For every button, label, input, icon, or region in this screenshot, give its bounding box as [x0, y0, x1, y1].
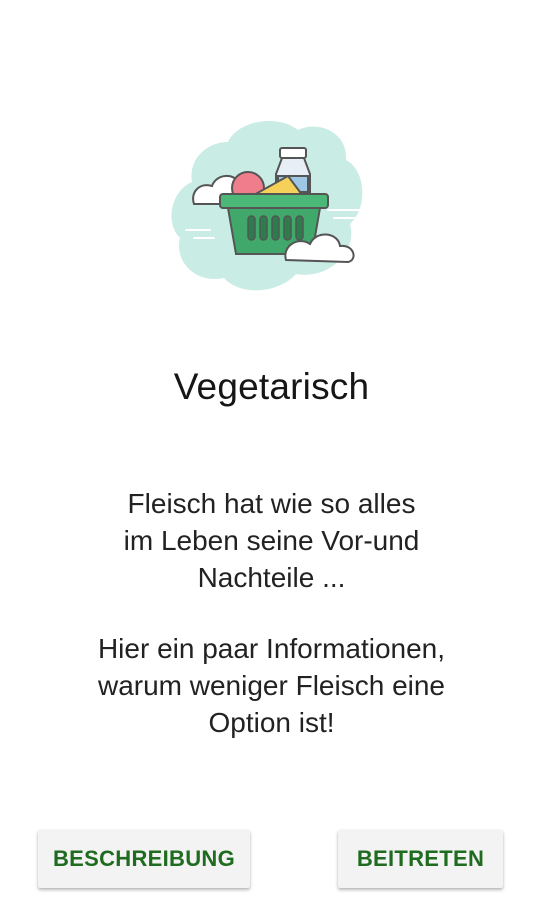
- description-line: Nachteile ...: [197, 562, 346, 593]
- grocery-basket-icon: [168, 112, 374, 296]
- join-button[interactable]: BEITRETEN: [338, 830, 503, 888]
- info-line: warum weniger Fleisch eine: [97, 670, 446, 701]
- description-text: Fleisch hat wie so alles im Leben seine …: [40, 485, 503, 596]
- info-line: Hier ein paar Informationen,: [97, 633, 446, 664]
- page-title: Vegetarisch: [173, 366, 370, 407]
- screen: Vegetarisch Fleisch hat wie so alles im …: [0, 0, 543, 908]
- description-line: im Leben seine Vor-und: [123, 525, 420, 556]
- description-button[interactable]: BESCHREIBUNG: [38, 830, 250, 888]
- info-line: Option ist!: [208, 707, 335, 738]
- info-text: Hier ein paar Informationen, warum wenig…: [40, 630, 503, 741]
- description-line: Fleisch hat wie so alles: [127, 488, 416, 519]
